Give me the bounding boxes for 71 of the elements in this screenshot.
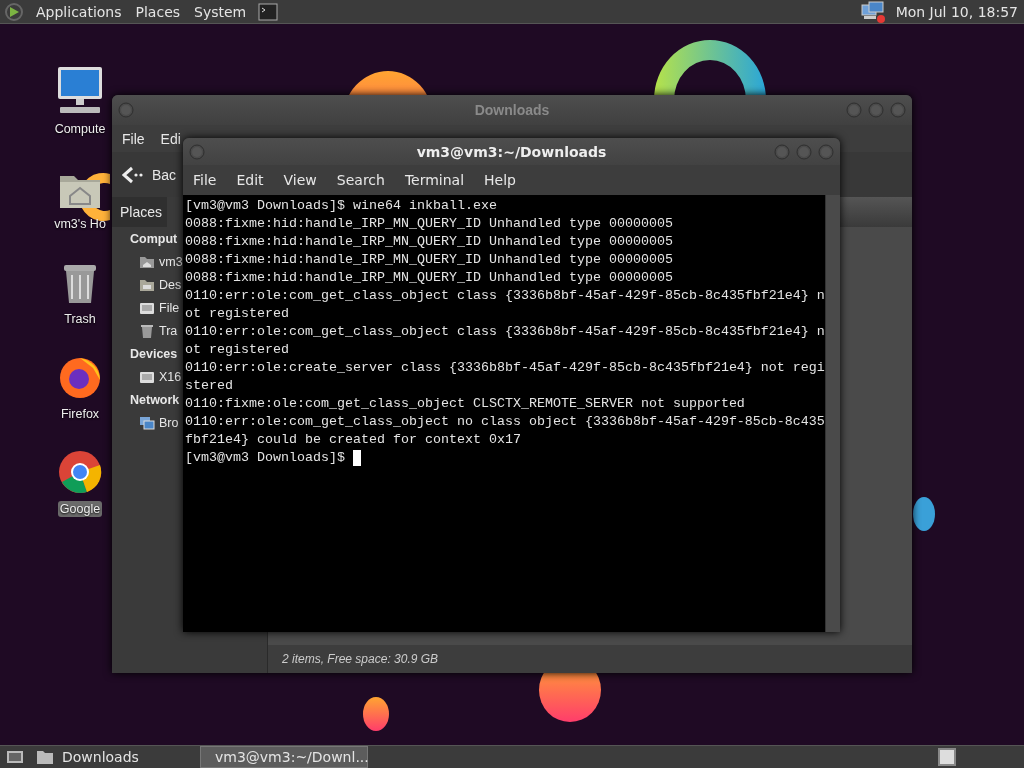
menu-item[interactable]: Help: [484, 172, 516, 188]
status-text: 2 items, Free space: 30.9 GB: [282, 652, 439, 666]
window-button-icon[interactable]: [796, 143, 812, 160]
terminal-line: ot registered: [185, 341, 290, 359]
disc-shape: [363, 697, 389, 731]
window-title: Downloads: [474, 102, 550, 118]
window-button-icon[interactable]: [118, 102, 134, 118]
terminal-line: 0110:fixme:ole:com_get_class_object CLSCTX_REMOTE_SERVER not supported: [185, 395, 746, 413]
menu-item[interactable]: Terminal: [404, 172, 465, 188]
terminal-line: 0088:fixme:hid:handle_IRP_MN_QUERY_ID Unhandled type 00000005: [185, 269, 674, 287]
terminal-line: stered: [185, 377, 234, 395]
desktop-icon: [6, 749, 24, 765]
terminal-prompt: [vm3@vm3 Downloads]$: [185, 449, 345, 467]
menu-item[interactable]: Edit: [236, 172, 264, 188]
disc-shape: [913, 497, 935, 531]
clock[interactable]: Mon Jul 10, 18:57: [895, 3, 1018, 20]
menu-item[interactable]: Edi: [160, 130, 181, 147]
sidebar-item[interactable]: Des: [139, 273, 182, 296]
desktop-icon-label[interactable]: Trash: [62, 311, 98, 327]
window-button-icon[interactable]: [868, 102, 884, 118]
sidebar-heading: Network: [130, 391, 180, 409]
panel-menu[interactable]: Applications: [34, 3, 124, 20]
terminal-line: 0088:fixme:hid:handle_IRP_MN_QUERY_ID Unhandled type 00000005: [185, 215, 674, 233]
panel-menu[interactable]: System: [192, 3, 249, 20]
sidebar-item[interactable]: vm3: [139, 250, 183, 273]
sidebar-item[interactable]: X16: [139, 365, 182, 388]
taskbar-button[interactable]: vm3@vm3:~/Downl...: [200, 746, 368, 768]
terminal-line: 0110:err:ole:com_get_class_object class {3336b8bf-45af-429f-85cb-8c435fbf21e4} n: [185, 287, 825, 305]
terminal-line: 0110:err:ole:com_get_class_object class {3336b8bf-45af-429f-85cb-8c435fbf21e4} n: [185, 323, 825, 341]
network-icon: [139, 414, 155, 431]
sidebar-heading: Devices: [130, 345, 178, 363]
menu-item[interactable]: Search: [336, 172, 385, 188]
desktop-icon-label[interactable]: vm3's Ho: [52, 216, 108, 232]
window-button-icon[interactable]: [846, 102, 862, 118]
back-arrow-icon: [122, 165, 144, 184]
text-cursor: [352, 450, 361, 466]
network-icon[interactable]: [859, 0, 886, 23]
workspace-switcher[interactable]: [938, 748, 956, 766]
back-button[interactable]: Bac: [120, 163, 179, 186]
trash-icon: [139, 322, 155, 339]
desktop-icon-label[interactable]: Compute: [52, 121, 108, 137]
menu-item[interactable]: View: [283, 172, 317, 188]
desktop-icon-label[interactable]: Google: [57, 501, 103, 517]
terminal-line: 0088:fixme:hid:handle_IRP_MN_QUERY_ID Unhandled type 00000005: [185, 233, 674, 251]
sidebar-item[interactable]: Bro: [139, 411, 179, 434]
terminal-icon[interactable]: [258, 2, 279, 21]
desktop-icon-label[interactable]: Firefox: [58, 406, 102, 422]
sidebar-tab[interactable]: Places: [112, 197, 167, 227]
menu-item[interactable]: File: [193, 172, 217, 188]
computer-icon[interactable]: [56, 65, 104, 115]
window-button-icon[interactable]: [189, 143, 205, 160]
menu-item[interactable]: File: [122, 130, 145, 147]
sidebar-item[interactable]: File: [139, 296, 180, 319]
sidebar-item[interactable]: Tra: [139, 319, 178, 342]
window-button-icon[interactable]: [774, 143, 790, 160]
window-title: vm3@vm3:~/Downloads: [416, 143, 607, 160]
terminal-line: fbf21e4} could be created for context 0x17: [185, 431, 522, 449]
terminal-line: 0088:fixme:hid:handle_IRP_MN_QUERY_ID Unhandled type 00000005: [185, 251, 674, 269]
terminal-line: [vm3@vm3 Downloads]$ wine64 inkball.exe: [185, 197, 498, 215]
panel-menu[interactable]: Places: [133, 3, 183, 20]
terminal-line: ot registered: [185, 305, 290, 323]
terminal-line: 0110:err:ole:create_server class {3336b8bf-45af-429f-85cb-8c435fbf21e4} not regi: [185, 359, 825, 377]
window-button-icon[interactable]: [890, 102, 906, 118]
browser-icon[interactable]: [57, 449, 103, 495]
taskbar-button[interactable]: Downloads: [30, 746, 200, 768]
sidebar-heading: Comput: [130, 230, 178, 248]
window-button-icon[interactable]: [818, 143, 834, 160]
terminal-line: 0110:err:ole:com_get_class_object no class object {3336b8bf-45af-429f-85cb-8c435: [185, 413, 825, 431]
folder-icon: [36, 749, 54, 765]
scrollbar[interactable]: [825, 195, 840, 632]
panel-logo-icon[interactable]: [4, 1, 24, 22]
